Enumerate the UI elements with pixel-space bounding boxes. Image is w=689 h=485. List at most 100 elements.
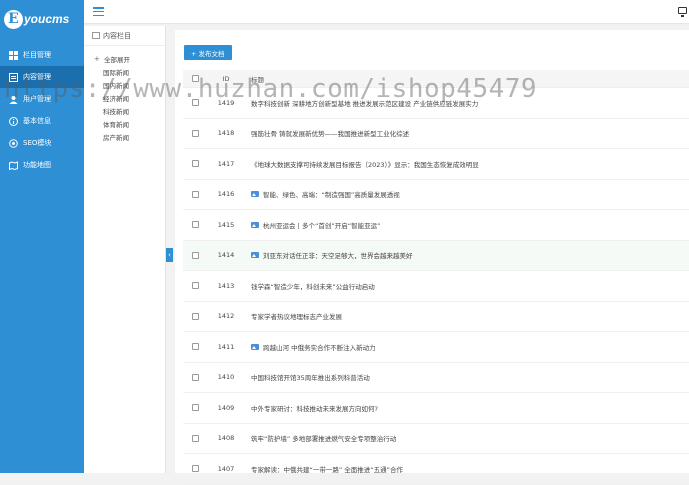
table-row[interactable]: 1412专家学者热议地理标志产业发展 xyxy=(183,302,689,333)
row-title-link[interactable]: 中国科技馆开馆35周年推出系列科普活动 xyxy=(251,372,370,382)
logo[interactable]: E youcms xyxy=(4,8,69,30)
sidebar-item-label: 基本信息 xyxy=(23,116,51,126)
table-body: 1419数字科技创新 深耕地方创新型基地 推进发展示范区建设 产业链供应链发展实… xyxy=(183,88,689,485)
tree-item[interactable]: 国际新闻 xyxy=(84,65,165,78)
row-checkbox[interactable] xyxy=(192,343,199,350)
row-title-link[interactable]: 专家学者热议地理标志产业发展 xyxy=(251,311,342,321)
row-title-cell: 筑牢“防护墙” 多地部署推进燃气安全专项整治行动 xyxy=(245,433,689,443)
tree-item[interactable]: 房产新闻 xyxy=(84,130,165,143)
table-row[interactable]: 1407 专家解读：中俄共建“一带一路” 全面推进“五通”合作 xyxy=(183,454,689,485)
row-id: 1411 xyxy=(207,343,245,351)
row-id: 1418 xyxy=(207,129,245,137)
row-title-cell: 杭州亚运会丨多个“首创”开启“智能亚运” xyxy=(245,220,689,230)
tree-header: 内容栏目 xyxy=(84,26,165,46)
row-title-link[interactable]: 数字科技创新 深耕地方创新型基地 推进发展示范区建设 产业链供应链发展实力 xyxy=(251,98,478,108)
table-row[interactable]: 1410 中国科技馆开馆35周年推出系列科普活动 xyxy=(183,363,689,394)
row-checkbox[interactable] xyxy=(192,465,199,472)
row-title-link[interactable]: 筑牢“防护墙” 多地部署推进燃气安全专项整治行动 xyxy=(251,433,396,443)
row-title-link[interactable]: 钱学森“智造少年，科创未来”公益行动启动 xyxy=(251,281,375,291)
row-id: 1417 xyxy=(207,160,245,168)
tree-expand-all[interactable]: + 全部展开 xyxy=(84,52,165,65)
grid-icon xyxy=(8,50,18,60)
row-title-link[interactable]: 跨越山河 中俄务实合作不断注入新动力 xyxy=(263,342,376,352)
plus-icon: + xyxy=(94,56,100,62)
tree-item[interactable]: 经济新闻 xyxy=(84,91,165,104)
row-id: 1416 xyxy=(207,190,245,198)
row-checkbox[interactable] xyxy=(192,191,199,198)
image-icon xyxy=(251,344,259,350)
sidebar-item-label: 栏目管理 xyxy=(23,50,51,60)
select-all-checkbox[interactable] xyxy=(192,75,199,82)
table-row[interactable]: 1413钱学森“智造少年，科创未来”公益行动启动 xyxy=(183,271,689,302)
article-table: ID 标题 1419数字科技创新 深耕地方创新型基地 推进发展示范区建设 产业链… xyxy=(183,70,689,485)
table-row[interactable]: 1408筑牢“防护墙” 多地部署推进燃气安全专项整治行动 xyxy=(183,424,689,455)
monitor-icon[interactable] xyxy=(678,7,687,14)
map-icon xyxy=(8,160,18,170)
main-content: + 发布文档 ID 标题 1419数字科技创新 深耕地方创新型基地 推进发展示范… xyxy=(175,30,689,473)
row-title-cell: 数字科技创新 深耕地方创新型基地 推进发展示范区建设 产业链供应链发展实力 xyxy=(245,98,689,108)
row-title-link[interactable]: 刘亚东对话任正非：天空足够大，世界会越来越美好 xyxy=(263,250,413,260)
sidebar-item-user[interactable]: 用户管理 xyxy=(0,88,84,110)
sidebar-item-seo[interactable]: SEO模块 xyxy=(0,132,84,154)
sidebar-item-label: 功能地图 xyxy=(23,160,51,170)
row-checkbox[interactable] xyxy=(192,313,199,320)
publish-article-button[interactable]: + 发布文档 xyxy=(184,45,232,60)
row-id: 1409 xyxy=(207,404,245,412)
tree-item[interactable]: 体育新闻 xyxy=(84,117,165,130)
row-checkbox[interactable] xyxy=(192,404,199,411)
table-row[interactable]: 1414刘亚东对话任正非：天空足够大，世界会越来越美好 xyxy=(183,241,689,272)
row-checkbox[interactable] xyxy=(192,435,199,442)
image-icon xyxy=(251,252,259,258)
sidebar-item-column[interactable]: 栏目管理 xyxy=(0,44,84,66)
sidebar-item-label: 用户管理 xyxy=(23,94,51,104)
table-row[interactable]: 1411 跨越山河 中俄务实合作不断注入新动力 xyxy=(183,332,689,363)
collapse-panel-button[interactable]: ‹ xyxy=(166,248,173,262)
sidebar-item-info[interactable]: 基本信息 xyxy=(0,110,84,132)
row-title-link[interactable]: 《地球大数据支撑可持续发展目标报告（2023）》显示：我国生态恢复成效明显 xyxy=(251,159,479,169)
logo-text: youcms xyxy=(24,12,69,26)
tree-item[interactable]: 科技新闻 xyxy=(84,104,165,117)
tree-list: + 全部展开 国际新闻 国内新闻 经济新闻 科技新闻 体育新闻 房产新闻 xyxy=(84,46,165,143)
row-checkbox[interactable] xyxy=(192,282,199,289)
topbar xyxy=(84,0,689,24)
row-title-cell: 刘亚东对话任正非：天空足够大，世界会越来越美好 xyxy=(245,250,689,260)
header-id: ID xyxy=(207,75,245,83)
row-title-link[interactable]: 专家解读：中俄共建“一带一路” 全面推进“五通”合作 xyxy=(251,464,403,474)
row-title-link[interactable]: 智能、绿色、高端：“制造强国”高质量发展透视 xyxy=(263,189,400,199)
row-checkbox[interactable] xyxy=(192,374,199,381)
tree-item[interactable]: 国内新闻 xyxy=(84,78,165,91)
row-checkbox[interactable] xyxy=(192,99,199,106)
row-title-cell: 中外专家研讨：科技推动未来发展方向如何? xyxy=(245,403,689,413)
row-checkbox[interactable] xyxy=(192,221,199,228)
row-title-cell: 跨越山河 中俄务实合作不断注入新动力 xyxy=(245,342,689,352)
row-title-link[interactable]: 杭州亚运会丨多个“首创”开启“智能亚运” xyxy=(263,220,380,230)
tree-label: 全部展开 xyxy=(104,54,130,64)
sidebar-item-content[interactable]: 内容管理 xyxy=(0,66,84,88)
sidebar-item-label: 内容管理 xyxy=(23,72,51,82)
sidebar-item-map[interactable]: 功能地图 xyxy=(0,154,84,176)
row-title-link[interactable]: 中外专家研讨：科技推动未来发展方向如何? xyxy=(251,403,378,413)
row-id: 1410 xyxy=(207,373,245,381)
document-icon xyxy=(8,72,18,82)
row-checkbox[interactable] xyxy=(192,252,199,259)
row-title-cell: 强筋壮骨 铸就发展新优势——我国推进新型工业化综述 xyxy=(245,128,689,138)
row-title-cell: 《地球大数据支撑可持续发展目标报告（2023）》显示：我国生态恢复成效明显 xyxy=(245,159,689,169)
row-checkbox[interactable] xyxy=(192,130,199,137)
table-row[interactable]: 1418 强筋壮骨 铸就发展新优势——我国推进新型工业化综述 xyxy=(183,119,689,150)
row-title-cell: 中国科技馆开馆35周年推出系列科普活动 xyxy=(245,372,689,382)
folder-icon xyxy=(92,32,100,39)
table-row[interactable]: 1417 《地球大数据支撑可持续发展目标报告（2023）》显示：我国生态恢复成效明… xyxy=(183,149,689,180)
content-tree-panel: 内容栏目 + 全部展开 国际新闻 国内新闻 经济新闻 科技新闻 体育新闻 房产新… xyxy=(84,26,166,473)
table-row[interactable]: 1409 中外专家研讨：科技推动未来发展方向如何? xyxy=(183,393,689,424)
sidebar-nav: 栏目管理 内容管理 用户管理 基本信息 SEO模块 功能地图 xyxy=(0,44,84,176)
image-icon xyxy=(251,191,259,197)
info-icon xyxy=(8,116,18,126)
table-row[interactable]: 1415杭州亚运会丨多个“首创”开启“智能亚运” xyxy=(183,210,689,241)
user-icon xyxy=(8,94,18,104)
row-checkbox[interactable] xyxy=(192,160,199,167)
row-id: 1407 xyxy=(207,465,245,473)
table-row[interactable]: 1416 智能、绿色、高端：“制造强国”高质量发展透视 xyxy=(183,180,689,211)
row-title-link[interactable]: 强筋壮骨 铸就发展新优势——我国推进新型工业化综述 xyxy=(251,128,409,138)
menu-toggle-icon[interactable] xyxy=(93,7,104,16)
table-row[interactable]: 1419数字科技创新 深耕地方创新型基地 推进发展示范区建设 产业链供应链发展实… xyxy=(183,88,689,119)
